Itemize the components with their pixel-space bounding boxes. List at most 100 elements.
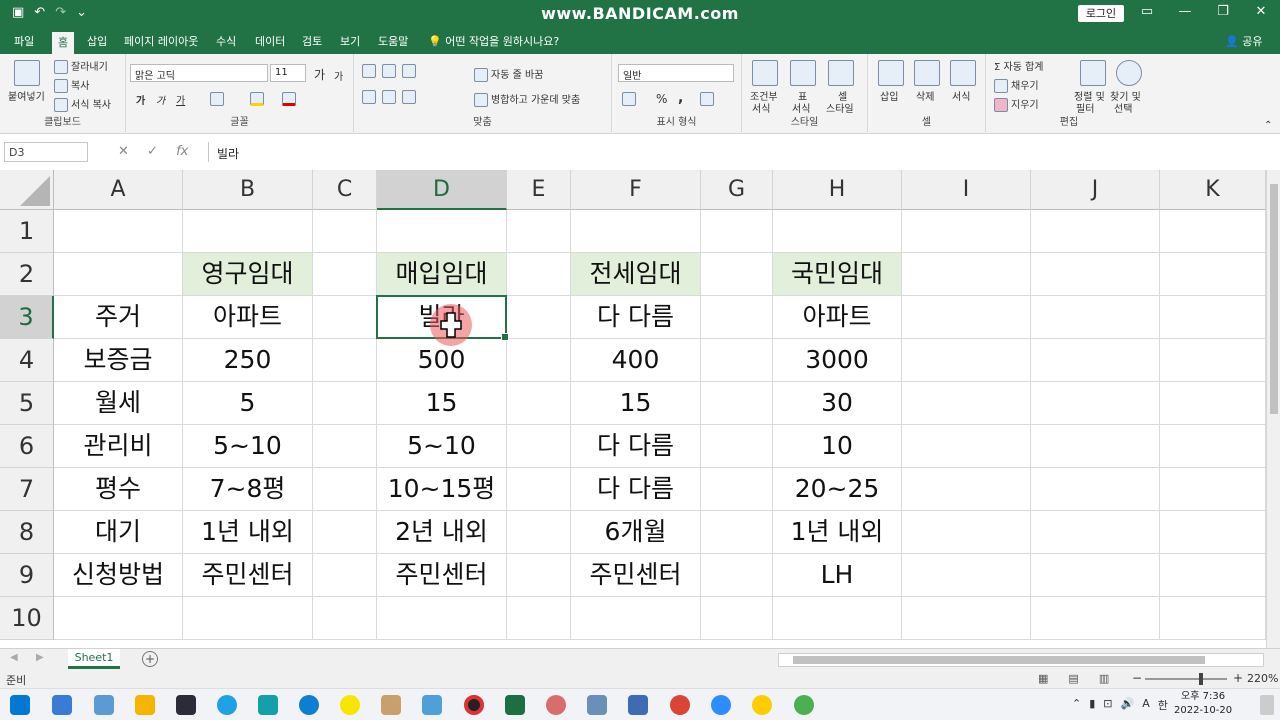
- cell-f2[interactable]: 전세임대: [571, 253, 701, 296]
- delete-cells-button[interactable]: 삭제: [916, 88, 934, 103]
- select-all-button[interactable]: [0, 170, 54, 210]
- cell-i10[interactable]: [902, 597, 1031, 640]
- row-header-8[interactable]: 8: [0, 511, 54, 554]
- file-explorer-icon[interactable]: [135, 695, 155, 715]
- cell-g4[interactable]: [701, 339, 773, 382]
- paste-button[interactable]: 붙여넣기: [8, 88, 45, 103]
- tab-insert[interactable]: 삽입: [87, 33, 107, 49]
- cell-j7[interactable]: [1031, 468, 1160, 511]
- cell-k4[interactable]: [1160, 339, 1266, 382]
- cell-f3[interactable]: 다 다름: [571, 296, 701, 339]
- format-painter-button[interactable]: 서식 복사: [54, 96, 111, 112]
- cell-i8[interactable]: [902, 511, 1031, 554]
- cell-c2[interactable]: [313, 253, 377, 296]
- cell-d9[interactable]: 주민센터: [377, 554, 507, 597]
- cell-b1[interactable]: [183, 210, 313, 253]
- cell-j5[interactable]: [1031, 382, 1160, 425]
- accounting-format-button[interactable]: [622, 92, 639, 106]
- align-middle-icon[interactable]: [382, 64, 399, 78]
- delete-cells-icon[interactable]: [914, 60, 940, 86]
- horizontal-scrollbar[interactable]: [778, 653, 1264, 667]
- conditional-format-icon[interactable]: [752, 60, 778, 86]
- tab-home[interactable]: 홈: [52, 32, 75, 54]
- cell-d6[interactable]: 5~10: [377, 425, 507, 468]
- tell-me-search[interactable]: 💡 어떤 작업을 원하시나요?: [428, 33, 559, 49]
- cell-b7[interactable]: 7~8평: [183, 468, 313, 511]
- sheet-nav-next-icon[interactable]: ▶: [36, 652, 44, 663]
- cell-c7[interactable]: [313, 468, 377, 511]
- cell-a1[interactable]: [54, 210, 183, 253]
- cell-k7[interactable]: [1160, 468, 1266, 511]
- enter-icon[interactable]: ✓: [147, 144, 158, 159]
- row-header-2[interactable]: 2: [0, 253, 54, 296]
- tab-review[interactable]: 검토: [302, 33, 322, 49]
- cell-a4[interactable]: 보증금: [54, 339, 183, 382]
- cell-j6[interactable]: [1031, 425, 1160, 468]
- cell-j10[interactable]: [1031, 597, 1160, 640]
- kakaotalk-icon[interactable]: [340, 695, 360, 715]
- excel-icon[interactable]: [505, 695, 525, 715]
- cell-d2[interactable]: 매입임대: [377, 253, 507, 296]
- cell-i2[interactable]: [902, 253, 1031, 296]
- align-bottom-icon[interactable]: [402, 64, 419, 78]
- row-header-4[interactable]: 4: [0, 339, 54, 382]
- clear-button[interactable]: 지우기: [994, 96, 1039, 112]
- app-icon-3[interactable]: [176, 695, 196, 715]
- cell-h1[interactable]: [773, 210, 902, 253]
- wrap-text-button[interactable]: 자동 줄 바꿈: [474, 66, 543, 82]
- cell-i7[interactable]: [902, 468, 1031, 511]
- comma-button[interactable]: ,: [678, 90, 683, 106]
- cell-i3[interactable]: [902, 296, 1031, 339]
- cell-f7[interactable]: 다 다름: [571, 468, 701, 511]
- ribbon-display-icon[interactable]: ▭: [1128, 4, 1166, 19]
- zoom-app-icon[interactable]: [711, 695, 731, 715]
- cell-b5[interactable]: 5: [183, 382, 313, 425]
- cell-g1[interactable]: [701, 210, 773, 253]
- fill-color-button[interactable]: [250, 92, 267, 106]
- tab-view[interactable]: 보기: [340, 33, 360, 49]
- cell-h8[interactable]: 1년 내외: [773, 511, 902, 554]
- column-header-g[interactable]: G: [701, 170, 773, 210]
- formula-input[interactable]: 빌라: [208, 142, 1276, 162]
- align-top-icon[interactable]: [362, 64, 379, 78]
- cell-f10[interactable]: [571, 597, 701, 640]
- volume-icon[interactable]: 🔊: [1121, 697, 1135, 713]
- cell-e3[interactable]: [507, 296, 571, 339]
- italic-button[interactable]: 가: [156, 92, 165, 107]
- cell-a10[interactable]: [54, 597, 183, 640]
- name-box[interactable]: D3: [4, 142, 88, 162]
- row-header-3[interactable]: 3: [0, 296, 54, 339]
- cell-j2[interactable]: [1031, 253, 1160, 296]
- percent-button[interactable]: %: [656, 92, 667, 106]
- cell-e7[interactable]: [507, 468, 571, 511]
- cell-c6[interactable]: [313, 425, 377, 468]
- tray-expand-icon[interactable]: ⌃: [1072, 697, 1081, 713]
- restore-icon[interactable]: ❐: [1204, 4, 1242, 19]
- grow-font-button[interactable]: 가: [314, 66, 325, 83]
- cell-a8[interactable]: 대기: [54, 511, 183, 554]
- cell-g8[interactable]: [701, 511, 773, 554]
- app-icon-6[interactable]: [381, 695, 401, 715]
- app-icon-8[interactable]: [546, 695, 566, 715]
- cell-f1[interactable]: [571, 210, 701, 253]
- find-select-icon[interactable]: [1116, 60, 1142, 86]
- cell-d4[interactable]: 500: [377, 339, 507, 382]
- app-icon-4[interactable]: [217, 695, 237, 715]
- column-header-i[interactable]: I: [902, 170, 1031, 210]
- page-break-view-icon[interactable]: ▥: [1099, 672, 1109, 685]
- row-header-1[interactable]: 1: [0, 210, 54, 253]
- cell-a5[interactable]: 월세: [54, 382, 183, 425]
- share-button[interactable]: 👤 공유: [1225, 33, 1262, 49]
- zoom-out-button[interactable]: −: [1132, 671, 1142, 685]
- sheet-tab[interactable]: Sheet1: [68, 649, 120, 669]
- cell-d1[interactable]: [377, 210, 507, 253]
- cell-e10[interactable]: [507, 597, 571, 640]
- cell-k8[interactable]: [1160, 511, 1266, 554]
- collapse-ribbon-icon[interactable]: ⌃: [1264, 120, 1272, 131]
- column-header-j[interactable]: J: [1031, 170, 1160, 210]
- cell-e2[interactable]: [507, 253, 571, 296]
- cell-g6[interactable]: [701, 425, 773, 468]
- cell-f9[interactable]: 주민센터: [571, 554, 701, 597]
- sheet-nav-prev-icon[interactable]: ◀: [10, 652, 18, 663]
- ime-mode[interactable]: 한: [1158, 697, 1168, 713]
